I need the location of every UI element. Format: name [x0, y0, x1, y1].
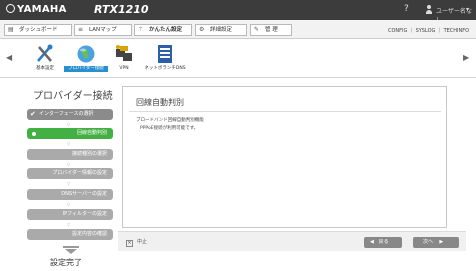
toolbar-provider-connection[interactable]: プロバイダー接続 — [64, 44, 108, 74]
next-button[interactable]: 次へ ▶ — [413, 237, 459, 248]
current-step-dot-icon — [32, 131, 36, 136]
config-syslog-techinfo-links[interactable]: CONFIG ｜ SYSLOG ｜ TECHINFO — [388, 27, 469, 34]
panel-title: 回線自動判別 — [136, 98, 184, 107]
scroll-right-icon[interactable]: ▶ — [463, 53, 469, 62]
wizard-step-confirm: 設定内容の確認 — [27, 229, 113, 240]
wizard-step-dns-server: DNSサーバーの設定 — [27, 189, 113, 200]
wizard-finish-label: 設定完了 — [50, 258, 82, 267]
checkmark-icon: ✔ — [30, 110, 36, 118]
yamaha-logo: YAMAHA — [6, 4, 67, 15]
step-connector-icon: ▽ — [67, 222, 71, 227]
cancel-button[interactable]: × 中止 — [126, 237, 162, 248]
tab-management[interactable]: ✎ 管 理 — [250, 24, 292, 36]
wand-icon: ⚚ — [138, 26, 144, 33]
toolbar-vpn[interactable]: VPN — [112, 44, 136, 74]
close-icon: × — [126, 240, 133, 247]
wrench-icon: ✎ — [254, 26, 260, 33]
wizard-step-interface-selection[interactable]: ✔ インターフェースの選択 — [27, 109, 113, 120]
gear-icon: ⚙ — [199, 26, 205, 33]
globe-icon — [77, 45, 95, 63]
finish-arrow-icon — [65, 249, 77, 254]
step-connector-icon: ▽ — [67, 141, 71, 146]
tab-dashboard[interactable]: ▤ ダッシュボード — [4, 24, 72, 36]
step-connector-icon: ▽ — [67, 122, 71, 127]
toolbar-basic-settings[interactable]: 基本設定 — [32, 44, 58, 74]
user-menu-chevron-icon[interactable]: ▾ — [466, 6, 469, 13]
step-connector-icon: ▽ — [67, 181, 71, 186]
wizard-step-line-auto-detect: 回線自動判別 — [27, 128, 113, 139]
product-name: RTX1210 — [94, 3, 149, 16]
finish-bar-icon — [63, 246, 79, 248]
yamaha-mark-icon — [6, 4, 15, 13]
title-bar: YAMAHA RTX1210 ? ユーザー名なし ▾ — [0, 0, 476, 24]
tab-lan-map[interactable]: ≡ LANマップ — [74, 24, 132, 36]
user-icon — [426, 5, 432, 14]
content-panel: 回線自動判別 ブロードバンド回線自動判別機能 PPPoE接続が利用可能です。 — [122, 86, 447, 228]
easy-setup-toolbar: ◀ 基本設定 プロバイダー接続 VPN ネットボランチDNS ▶ — [0, 40, 476, 78]
wizard-step-ip-filter: IPフィルターの設定 — [27, 209, 113, 220]
step-connector-icon: ▽ — [67, 162, 71, 167]
detection-result-text: PPPoE接続が利用可能です。 — [140, 126, 199, 131]
dashboard-icon: ▤ — [8, 26, 14, 33]
step-connector-icon: ▽ — [67, 202, 71, 207]
detection-feature-label: ブロードバンド回線自動判別機能 — [136, 118, 204, 123]
panel-divider — [129, 111, 441, 112]
toolbar-netvolante-dns[interactable]: ネットボランチDNS — [140, 44, 190, 74]
tab-easy-setup[interactable]: ⚚ かんたん設定 — [134, 24, 192, 36]
tools-icon — [37, 44, 53, 62]
dns-icon — [158, 45, 172, 63]
help-icon[interactable]: ? — [404, 4, 409, 14]
triangle-right-icon: ▶ — [439, 239, 444, 245]
tab-advanced-settings[interactable]: ⚙ 詳細設定 — [195, 24, 247, 36]
triangle-left-icon: ◀ — [370, 239, 374, 245]
lanmap-icon: ≡ — [78, 26, 84, 33]
back-button[interactable]: ◀ 戻る — [364, 237, 402, 248]
main-menu-bar: ▤ ダッシュボード ≡ LANマップ ⚚ かんたん設定 ⚙ 詳細設定 ✎ 管 理 CONF… — [0, 20, 476, 39]
vpn-icon — [116, 45, 132, 61]
wizard-step-provider-info: プロバイダー情報の設定 — [27, 168, 113, 179]
scroll-left-icon[interactable]: ◀ — [6, 53, 12, 62]
wizard-step-connection-type: 接続種別の選択 — [27, 149, 113, 160]
wizard-footer: × 中止 ◀ 戻る 次へ ▶ — [118, 231, 466, 251]
wizard-title: プロバイダー接続 — [33, 91, 113, 102]
